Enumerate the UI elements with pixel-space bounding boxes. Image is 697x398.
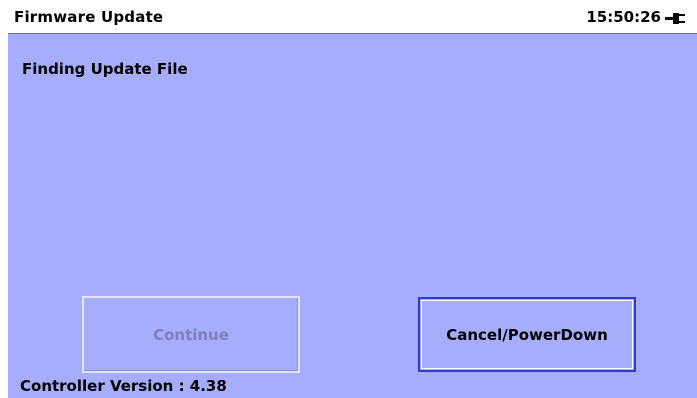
firmware-update-screen: Firmware Update 15:50:26 Finding Update … (8, 0, 697, 398)
status-message: Finding Update File (22, 60, 188, 78)
clock: 15:50:26 (586, 8, 661, 26)
controller-version: Controller Version : 4.38 (20, 377, 227, 395)
window-title: Firmware Update (14, 8, 164, 26)
plug-icon (665, 10, 691, 26)
title-bar: Firmware Update 15:50:26 (8, 0, 697, 34)
continue-button[interactable]: Continue (82, 296, 300, 373)
cancel-powerdown-button[interactable]: Cancel/PowerDown (418, 297, 636, 372)
